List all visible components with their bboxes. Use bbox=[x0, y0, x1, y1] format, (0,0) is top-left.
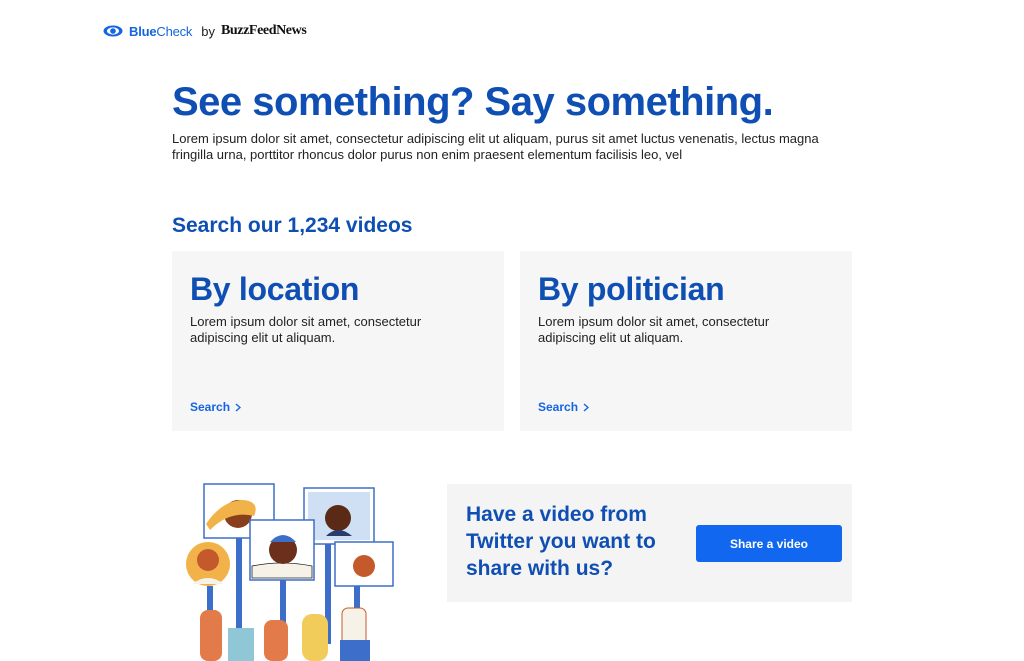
chevron-right-icon bbox=[235, 402, 242, 412]
buzzfeed-text: BuzzFeed bbox=[220, 23, 277, 38]
buzzfeed-news-logo[interactable]: BuzzFeedNews bbox=[220, 23, 307, 39]
search-link-label: Search bbox=[538, 400, 579, 414]
share-video-panel: Have a video from Twitter you want to sh… bbox=[447, 484, 852, 602]
search-location-link[interactable]: Search bbox=[190, 400, 242, 414]
card-title-location: By location bbox=[190, 271, 360, 307]
by-label: by bbox=[201, 23, 215, 39]
card-description-location: Lorem ipsum dolor sit amet, consectetur … bbox=[190, 314, 422, 345]
search-heading: Search our 1,234 videos bbox=[172, 214, 413, 237]
share-prompt: Have a video from Twitter you want to sh… bbox=[466, 503, 656, 580]
card-title-politician: By politician bbox=[538, 271, 725, 307]
by-location-card[interactable]: By location Lorem ipsum dolor sit amet, … bbox=[172, 251, 504, 431]
search-politician-link[interactable]: Search bbox=[538, 400, 590, 414]
news-text: News bbox=[276, 23, 307, 38]
page-title: See something? Say something. bbox=[172, 80, 774, 124]
share-video-button[interactable]: Share a video bbox=[696, 525, 842, 562]
eye-icon bbox=[103, 25, 123, 37]
by-politician-card[interactable]: By politician Lorem ipsum dolor sit amet… bbox=[520, 251, 852, 431]
search-link-label: Search bbox=[190, 400, 231, 414]
card-description-politician: Lorem ipsum dolor sit amet, consectetur … bbox=[538, 314, 770, 345]
protest-signs-illustration bbox=[186, 483, 394, 661]
bluecheck-logo[interactable]: BlueCheck bbox=[129, 24, 192, 39]
chevron-right-icon bbox=[583, 402, 590, 412]
logo-blue-text: Blue bbox=[129, 23, 157, 39]
logo-check-text: Check bbox=[156, 23, 193, 39]
site-header: BlueCheck by BuzzFeedNews bbox=[103, 22, 307, 40]
hero-description: Lorem ipsum dolor sit amet, consectetur … bbox=[172, 131, 819, 162]
